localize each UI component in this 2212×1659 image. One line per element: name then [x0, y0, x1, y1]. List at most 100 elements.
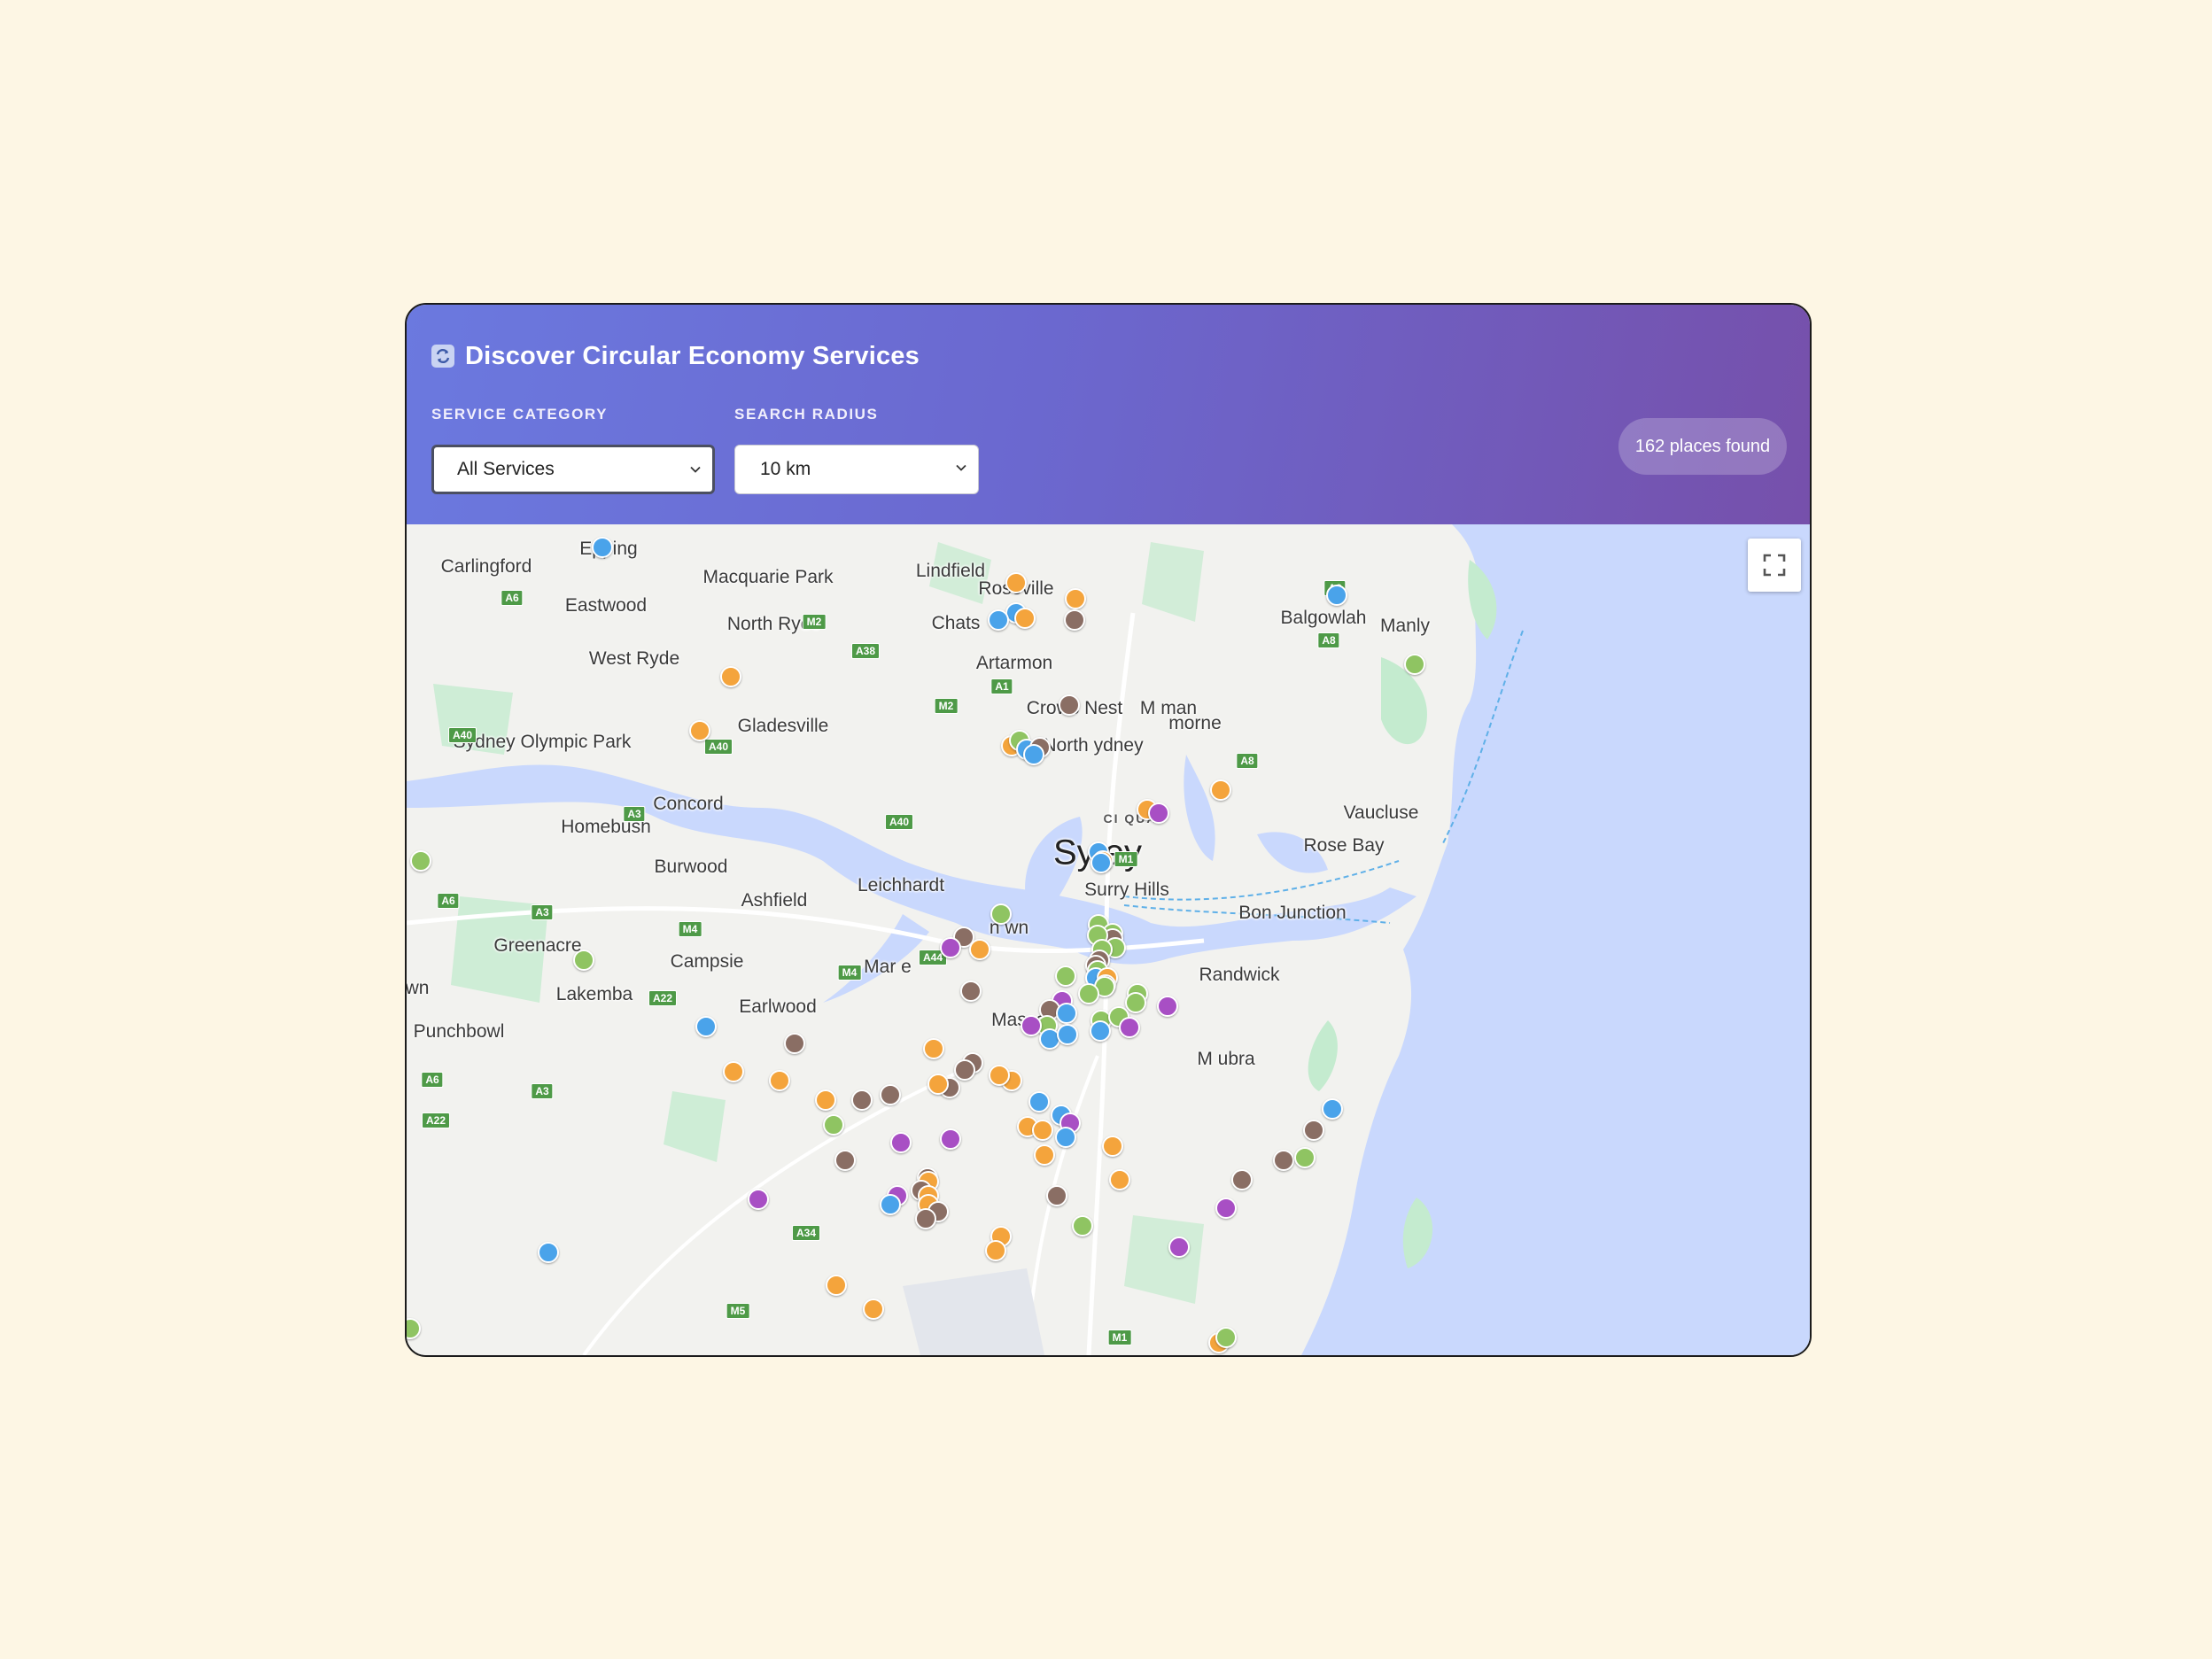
map-marker[interactable] [1023, 744, 1044, 765]
map-marker[interactable] [695, 1016, 717, 1037]
map-marker[interactable] [592, 537, 613, 558]
map-marker[interactable] [723, 1061, 744, 1082]
map-place-label: Leichhardt [857, 875, 945, 895]
map-marker[interactable] [880, 1194, 901, 1215]
map-marker[interactable] [880, 1084, 901, 1105]
map-marker[interactable] [969, 939, 990, 960]
map-marker[interactable] [985, 1240, 1006, 1261]
road-shield: A34 [791, 1225, 821, 1241]
map-marker[interactable] [1059, 694, 1080, 716]
map-marker[interactable] [1090, 1020, 1111, 1042]
map-place-label: Greenacre [493, 935, 582, 956]
map-marker[interactable] [1021, 1015, 1042, 1036]
map-place-label: North ydney [1043, 735, 1144, 756]
map-marker[interactable] [720, 666, 741, 687]
map-marker[interactable] [1404, 654, 1425, 675]
map-marker[interactable] [1231, 1169, 1253, 1190]
map-place-label: Artarmon [975, 653, 1053, 673]
map-marker[interactable] [1210, 779, 1231, 801]
map-marker[interactable] [1125, 992, 1146, 1013]
map-marker[interactable] [1273, 1150, 1294, 1171]
search-radius-select[interactable]: 10 km [734, 445, 979, 494]
map-marker[interactable] [940, 1128, 961, 1150]
fullscreen-icon [1763, 554, 1786, 577]
map-place-label: Lindfield [915, 561, 986, 581]
map-marker[interactable] [927, 1074, 949, 1095]
map-marker[interactable] [1034, 1144, 1055, 1166]
map-marker[interactable] [573, 950, 594, 971]
road-shield: A3 [531, 1083, 554, 1099]
map-marker[interactable] [1055, 1127, 1076, 1148]
service-category-select[interactable]: All Services [431, 445, 715, 494]
road-shield: A40 [884, 814, 914, 830]
map-marker[interactable] [915, 1208, 936, 1229]
map-place-label: Gladesville [737, 716, 829, 736]
map-marker[interactable] [748, 1189, 769, 1210]
map-marker[interactable] [1090, 852, 1112, 873]
map-place-label: Sydney Olympic Park [453, 732, 632, 752]
map-marker[interactable] [834, 1150, 856, 1171]
map-marker[interactable] [1057, 1024, 1078, 1045]
map-marker[interactable] [815, 1089, 836, 1111]
map-marker[interactable] [826, 1275, 847, 1296]
map-place-label: Punchbowl [413, 1021, 505, 1042]
map-marker[interactable] [1102, 1136, 1123, 1157]
map-marker[interactable] [784, 1033, 805, 1054]
map-marker[interactable] [1056, 1003, 1077, 1024]
map-marker[interactable] [989, 1065, 1010, 1086]
map-marker[interactable] [1109, 1169, 1130, 1190]
road-shield: A8 [1236, 753, 1259, 769]
map-marker[interactable] [1064, 609, 1085, 631]
road-shield: M4 [837, 965, 862, 981]
chevron-down-icon [690, 466, 701, 473]
map-marker[interactable] [769, 1070, 790, 1091]
map-marker[interactable] [1215, 1327, 1237, 1348]
map-marker[interactable] [1119, 1017, 1140, 1038]
road-shield: A22 [421, 1112, 451, 1128]
map-marker[interactable] [851, 1089, 873, 1111]
map-marker[interactable] [1326, 585, 1347, 606]
map-marker[interactable] [1055, 965, 1076, 987]
map-marker[interactable] [823, 1114, 844, 1136]
map-marker[interactable] [1065, 588, 1086, 609]
map-marker[interactable] [1072, 1215, 1093, 1236]
map-marker[interactable] [1014, 608, 1036, 629]
map-marker[interactable] [863, 1299, 884, 1320]
map-marker[interactable] [1157, 996, 1178, 1017]
map-marker[interactable] [689, 720, 710, 741]
map-marker[interactable] [538, 1242, 559, 1263]
map-marker[interactable] [1005, 572, 1027, 593]
map-marker[interactable] [1046, 1185, 1067, 1206]
circular-economy-widget: Discover Circular Economy Services SERVI… [405, 303, 1812, 1357]
map-marker[interactable] [954, 1059, 975, 1081]
map-marker[interactable] [1148, 802, 1169, 824]
map-place-label: Eastwood [564, 595, 648, 616]
map-place-label: morne [1168, 713, 1222, 733]
map-marker[interactable] [1294, 1147, 1316, 1168]
map-marker[interactable] [890, 1132, 912, 1153]
road-shield: M2 [934, 698, 959, 714]
map-marker[interactable] [1168, 1236, 1190, 1258]
map-marker[interactable] [923, 1038, 944, 1059]
search-radius-value: 10 km [760, 459, 811, 479]
fullscreen-button[interactable] [1748, 539, 1801, 592]
map-marker[interactable] [1028, 1091, 1050, 1112]
map-marker[interactable] [410, 850, 431, 872]
map-marker[interactable] [988, 609, 1009, 631]
results-count-badge: 162 places found [1618, 418, 1787, 475]
map-marker[interactable] [960, 981, 982, 1002]
map-view[interactable]: CarlingfordEppingMacquarie ParkLindfield… [407, 524, 1810, 1355]
map-marker[interactable] [1322, 1098, 1343, 1120]
road-shield: A6 [501, 590, 524, 606]
road-shield: A6 [437, 893, 460, 909]
map-marker[interactable] [1032, 1120, 1053, 1141]
map-marker[interactable] [1078, 983, 1099, 1004]
map-marker[interactable] [990, 903, 1012, 925]
map-place-label: Randwick [1199, 965, 1280, 985]
map-place-label: Ashfield [741, 890, 808, 911]
map-marker[interactable] [1303, 1120, 1324, 1141]
road-shield: A22 [648, 990, 678, 1006]
map-marker[interactable] [940, 937, 961, 958]
map-marker[interactable] [1215, 1198, 1237, 1219]
map-place-label: Balgowlah [1280, 608, 1367, 628]
